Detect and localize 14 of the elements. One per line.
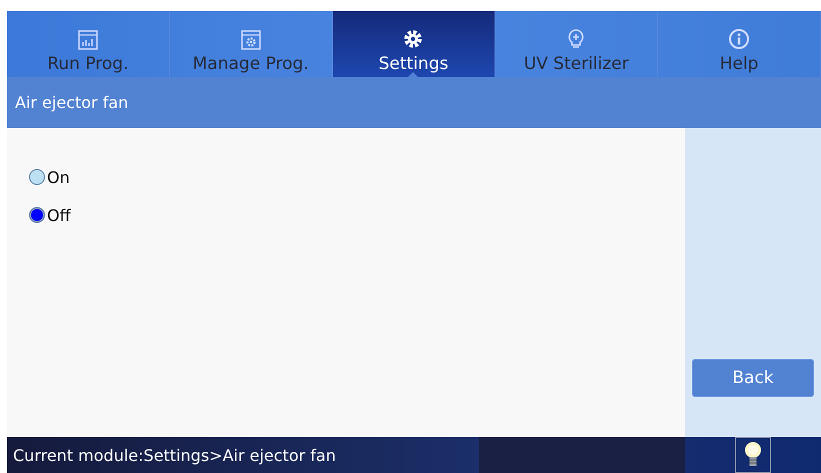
light-bulb-button[interactable]	[735, 437, 771, 473]
page-title: Air ejector fan	[7, 77, 821, 128]
bulb-icon	[566, 28, 586, 50]
radio-button[interactable]	[29, 207, 45, 223]
radio-button[interactable]	[29, 169, 45, 185]
status-text: Current module:Settings>Air ejector fan	[12, 446, 337, 464]
tab[interactable]: Settings	[332, 11, 496, 77]
settings-icon	[402, 28, 424, 50]
option-label: On	[47, 168, 70, 186]
info-icon	[728, 28, 750, 50]
back-button[interactable]: Back	[692, 359, 814, 397]
option-label: Off	[47, 206, 71, 224]
gear-window-icon	[240, 30, 261, 50]
chart-icon	[78, 30, 98, 50]
